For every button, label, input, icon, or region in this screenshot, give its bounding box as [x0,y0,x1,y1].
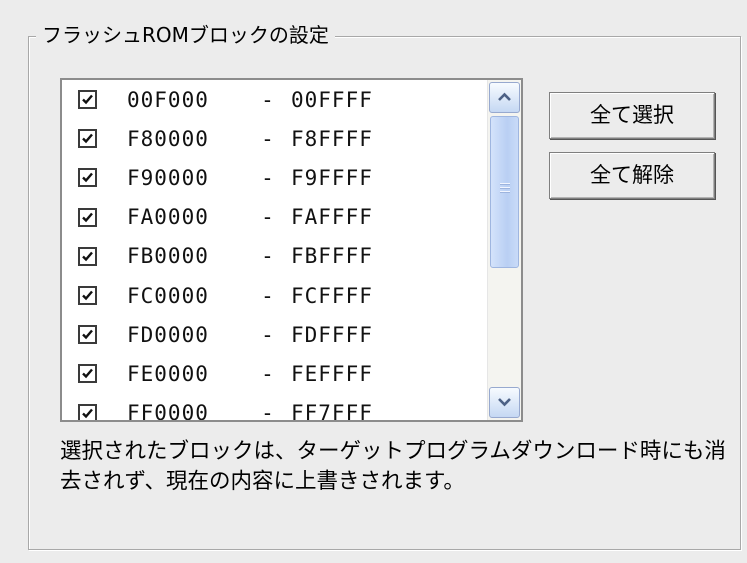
range-end: F8FFFF [291,126,373,151]
range-separator: - [261,87,275,112]
scroll-up-button[interactable] [489,82,520,113]
range-start: F80000 [127,126,209,151]
block-checkbox[interactable] [78,325,97,345]
checkmark-icon [82,212,93,222]
block-checkbox[interactable] [78,168,97,188]
block-checkbox[interactable] [78,129,97,149]
block-listbox[interactable]: 00F000 - 00FFFF F80000 - F8FFFF F90000 -… [60,78,523,422]
list-item[interactable]: FD0000 - FDFFFF [62,315,480,354]
range-end: FDFFFF [291,322,373,347]
range-separator: - [261,126,275,151]
range-end: 00FFFF [291,87,373,112]
range-start: F90000 [127,165,209,190]
list-item[interactable]: 00F000 - 00FFFF [62,80,480,119]
description-line-1: 選択されたブロックは、ターゲットプログラムダウンロード時にも消 [60,439,726,464]
select-all-button[interactable]: 全て選択 [549,92,715,139]
range-separator: - [261,361,275,386]
chevron-up-icon [498,92,511,101]
range-separator: - [261,401,275,422]
range-separator: - [261,165,275,190]
range-separator: - [261,283,275,308]
checkmark-icon [82,369,93,379]
range-end: FEFFFF [291,361,373,386]
scroll-thumb[interactable] [490,116,519,268]
checkmark-icon [82,329,93,340]
checkmark-icon [82,251,93,262]
scroll-down-button[interactable] [489,387,520,418]
group-title: フラッシュROMブロックの設定 [36,20,335,50]
range-separator: - [261,322,275,347]
checkmark-icon [82,134,93,144]
description-line-2: 去されず、現在の内容に上書きされます。 [60,469,465,494]
range-start: FF0000 [127,401,209,422]
vertical-scrollbar[interactable] [487,80,521,420]
list-item[interactable]: FF0000 - FF7FFF [62,394,480,422]
range-start: FD0000 [127,322,209,347]
list-item[interactable]: F80000 - F8FFFF [62,119,480,158]
range-start: FC0000 [127,283,209,308]
block-checkbox[interactable] [78,246,97,266]
block-checkbox[interactable] [78,403,97,420]
range-end: FBFFFF [291,244,373,269]
block-checkbox[interactable] [78,207,97,227]
block-list-items: 00F000 - 00FFFF F80000 - F8FFFF F90000 -… [62,80,480,422]
checkmark-icon [82,173,93,183]
range-end: FCFFFF [291,283,373,308]
chevron-down-icon [498,398,511,407]
list-item[interactable]: FC0000 - FCFFFF [62,276,480,315]
range-separator: - [261,244,275,269]
checkmark-icon [82,408,93,418]
list-item[interactable]: FA0000 - FAFFFF [62,198,480,237]
range-end: F9FFFF [291,165,373,190]
checkmark-icon [82,94,93,105]
range-separator: - [261,205,275,230]
list-item[interactable]: F90000 - F9FFFF [62,158,480,197]
range-start: FE0000 [127,361,209,386]
block-checkbox[interactable] [78,286,97,306]
checkmark-icon [82,290,93,301]
description-text: 選択されたブロックは、ターゲットプログラムダウンロード時にも消 去されず、現在の… [60,437,732,497]
range-end: FF7FFF [291,401,373,422]
deselect-all-button[interactable]: 全て解除 [549,152,715,199]
block-checkbox[interactable] [78,90,97,110]
range-start: 00F000 [127,87,209,112]
list-item[interactable]: FB0000 - FBFFFF [62,237,480,276]
grip-icon [500,183,510,193]
range-start: FB0000 [127,244,209,269]
range-end: FAFFFF [291,205,373,230]
range-start: FA0000 [127,205,209,230]
list-item[interactable]: FE0000 - FEFFFF [62,354,480,393]
block-checkbox[interactable] [78,364,97,384]
